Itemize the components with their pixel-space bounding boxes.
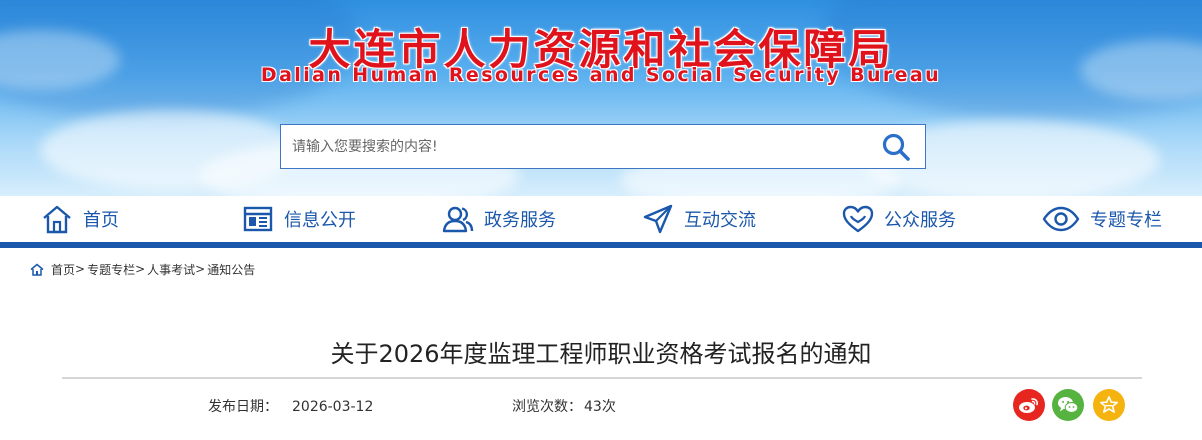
search-icon [882,133,910,161]
nav-underline [0,242,1202,248]
nav-label-info-disclosure: 信息公开 [284,210,356,231]
info-panel-icon [242,203,274,235]
nav-label-government-services: 政务服务 [484,210,556,231]
publish-date: 发布日期： 2026-03-12 [208,396,373,416]
share-favorite-button[interactable] [1093,389,1125,421]
nav-label-special-topics: 专题专栏 [1090,210,1162,231]
breadcrumb: 首页 > 专题专栏 > 人事考试 > 通知公告 [30,260,255,278]
nav-label-home: 首页 [83,210,119,231]
heart-icon [842,203,874,235]
nav-item-info-disclosure[interactable]: 信息公开 [242,196,356,242]
weibo-icon [1019,398,1038,413]
send-icon [642,203,674,235]
breadcrumb-separator: > [195,262,206,276]
publish-date-label: 发布日期： [208,399,278,415]
nav-label-public-services: 公众服务 [884,210,956,231]
site-subtitle: Dalian Human Resources and Social Securi… [260,64,942,86]
breadcrumb-link-home[interactable]: 首页 [51,261,75,278]
view-count-value: 43次 [584,399,616,415]
title-divider [62,377,1142,379]
wechat-icon [1058,397,1079,413]
nav-item-government-services[interactable]: 政务服务 [442,196,556,242]
breadcrumb-separator: > [75,262,86,276]
nav-item-public-services[interactable]: 公众服务 [842,196,956,242]
search-button[interactable] [879,131,913,163]
search-input[interactable] [281,125,861,168]
publish-date-value: 2026-03-12 [292,399,374,415]
article-title: 关于2026年度监理工程师职业资格考试报名的通知 [330,340,872,368]
share-weibo-button[interactable] [1013,389,1045,421]
nav-item-special-topics[interactable]: 专题专栏 [1042,196,1162,242]
main-nav: 首页 信息公开 政务服务 互动交流 公众服务 专题专栏 [0,196,1202,242]
view-count: 浏览次数： 43次 [512,396,616,416]
nav-label-interaction: 互动交流 [684,210,756,231]
breadcrumb-link-notices[interactable]: 通知公告 [207,261,255,278]
breadcrumb-link-personnel-exam[interactable]: 人事考试 [147,261,195,278]
share-wechat-button[interactable] [1052,389,1084,421]
eye-icon [1042,203,1080,235]
breadcrumb-home-icon [30,262,44,276]
nav-item-home[interactable]: 首页 [41,196,119,242]
view-count-label: 浏览次数： [512,399,582,415]
breadcrumb-link-special-topics[interactable]: 专题专栏 [87,261,135,278]
breadcrumb-separator: > [135,262,146,276]
users-icon [442,203,474,235]
home-icon [41,203,73,235]
favorite-star-icon [1099,395,1119,413]
search-bar [280,124,926,169]
nav-item-interaction[interactable]: 互动交流 [642,196,756,242]
header-banner: 大连市人力资源和社会保障局 Dalian Human Resources and… [0,0,1202,196]
